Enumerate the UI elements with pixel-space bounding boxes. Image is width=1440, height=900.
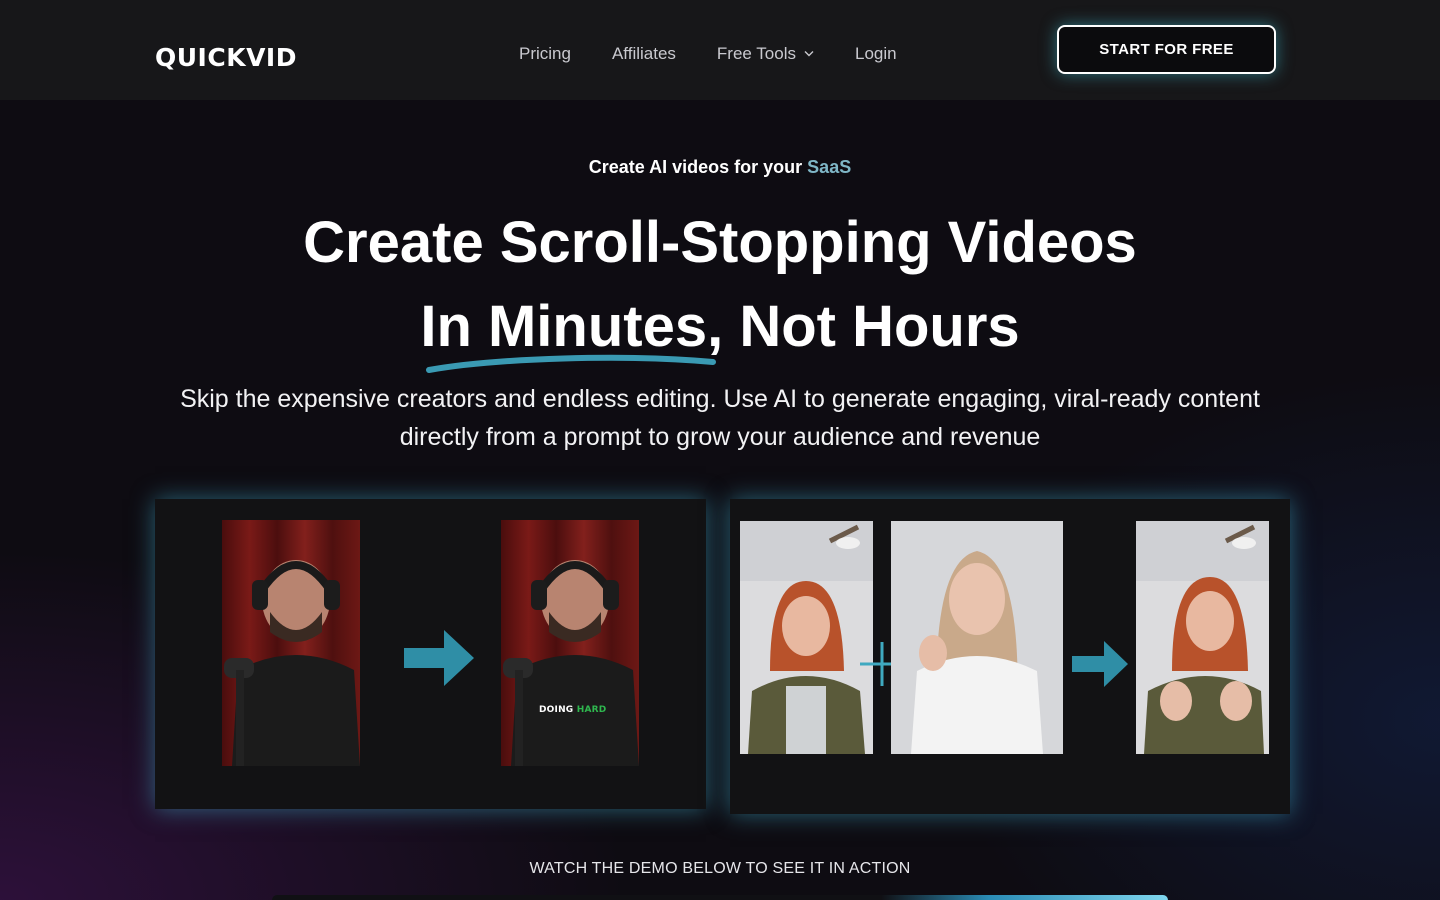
nav-login[interactable]: Login (855, 44, 897, 64)
demo-panel-captions[interactable]: DOING HARD (155, 499, 706, 809)
nav-links: Pricing Affiliates Free Tools Login (519, 42, 938, 66)
video-frame-reference (891, 521, 1063, 754)
start-for-free-button[interactable]: START FOR FREE (1057, 25, 1276, 74)
caption-highlight: HARD (576, 705, 607, 715)
quickvid-logo[interactable]: QUICKVID (155, 40, 297, 74)
watch-demo-label: WATCH THE DEMO BELOW TO SEE IT IN ACTION (529, 860, 911, 877)
video-frame-after: DOING HARD (501, 520, 639, 766)
nav-affiliates-label: Affiliates (611, 44, 676, 63)
demo-video-top-edge[interactable] (272, 895, 1168, 900)
headline-underline (426, 354, 716, 373)
nav-affiliates[interactable]: Affiliates (612, 44, 676, 64)
eyebrow-highlight: SaaS (807, 157, 852, 177)
hero-eyebrow: Create AI videos for your SaaS (0, 157, 1440, 178)
caption-overlay: DOING HARD (539, 705, 606, 715)
video-frame-result (1136, 521, 1269, 754)
arrow-right-icon (1072, 641, 1128, 687)
navbar: QUICKVID Pricing Affiliates Free Tools L… (0, 0, 1440, 100)
video-frame-source (740, 521, 873, 754)
logo-text: QUICKVID (155, 42, 297, 72)
arrow-right-icon (404, 630, 474, 686)
hero-headline-line2: In Minutes, Not Hours (0, 292, 1440, 362)
eyebrow-prefix: Create AI videos for your (588, 157, 808, 177)
headline-rest: , Not Hours (707, 294, 1020, 359)
caption-prefix: DOING (539, 705, 577, 715)
nav-pricing[interactable]: Pricing (519, 44, 571, 64)
hero-subtext: Skip the expensive creators and endless … (180, 385, 1260, 451)
chevron-down-icon (804, 49, 814, 60)
nav-pricing-label: Pricing (519, 44, 571, 63)
nav-free-tools-label: Free Tools (716, 44, 796, 63)
video-frame-before (222, 520, 360, 766)
hero-headline-line1: Create Scroll-Stopping Videos (303, 210, 1137, 275)
nav-free-tools[interactable]: Free Tools (717, 44, 814, 64)
nav-login-label: Login (854, 44, 897, 63)
demo-panel-avatar[interactable] (730, 499, 1290, 814)
